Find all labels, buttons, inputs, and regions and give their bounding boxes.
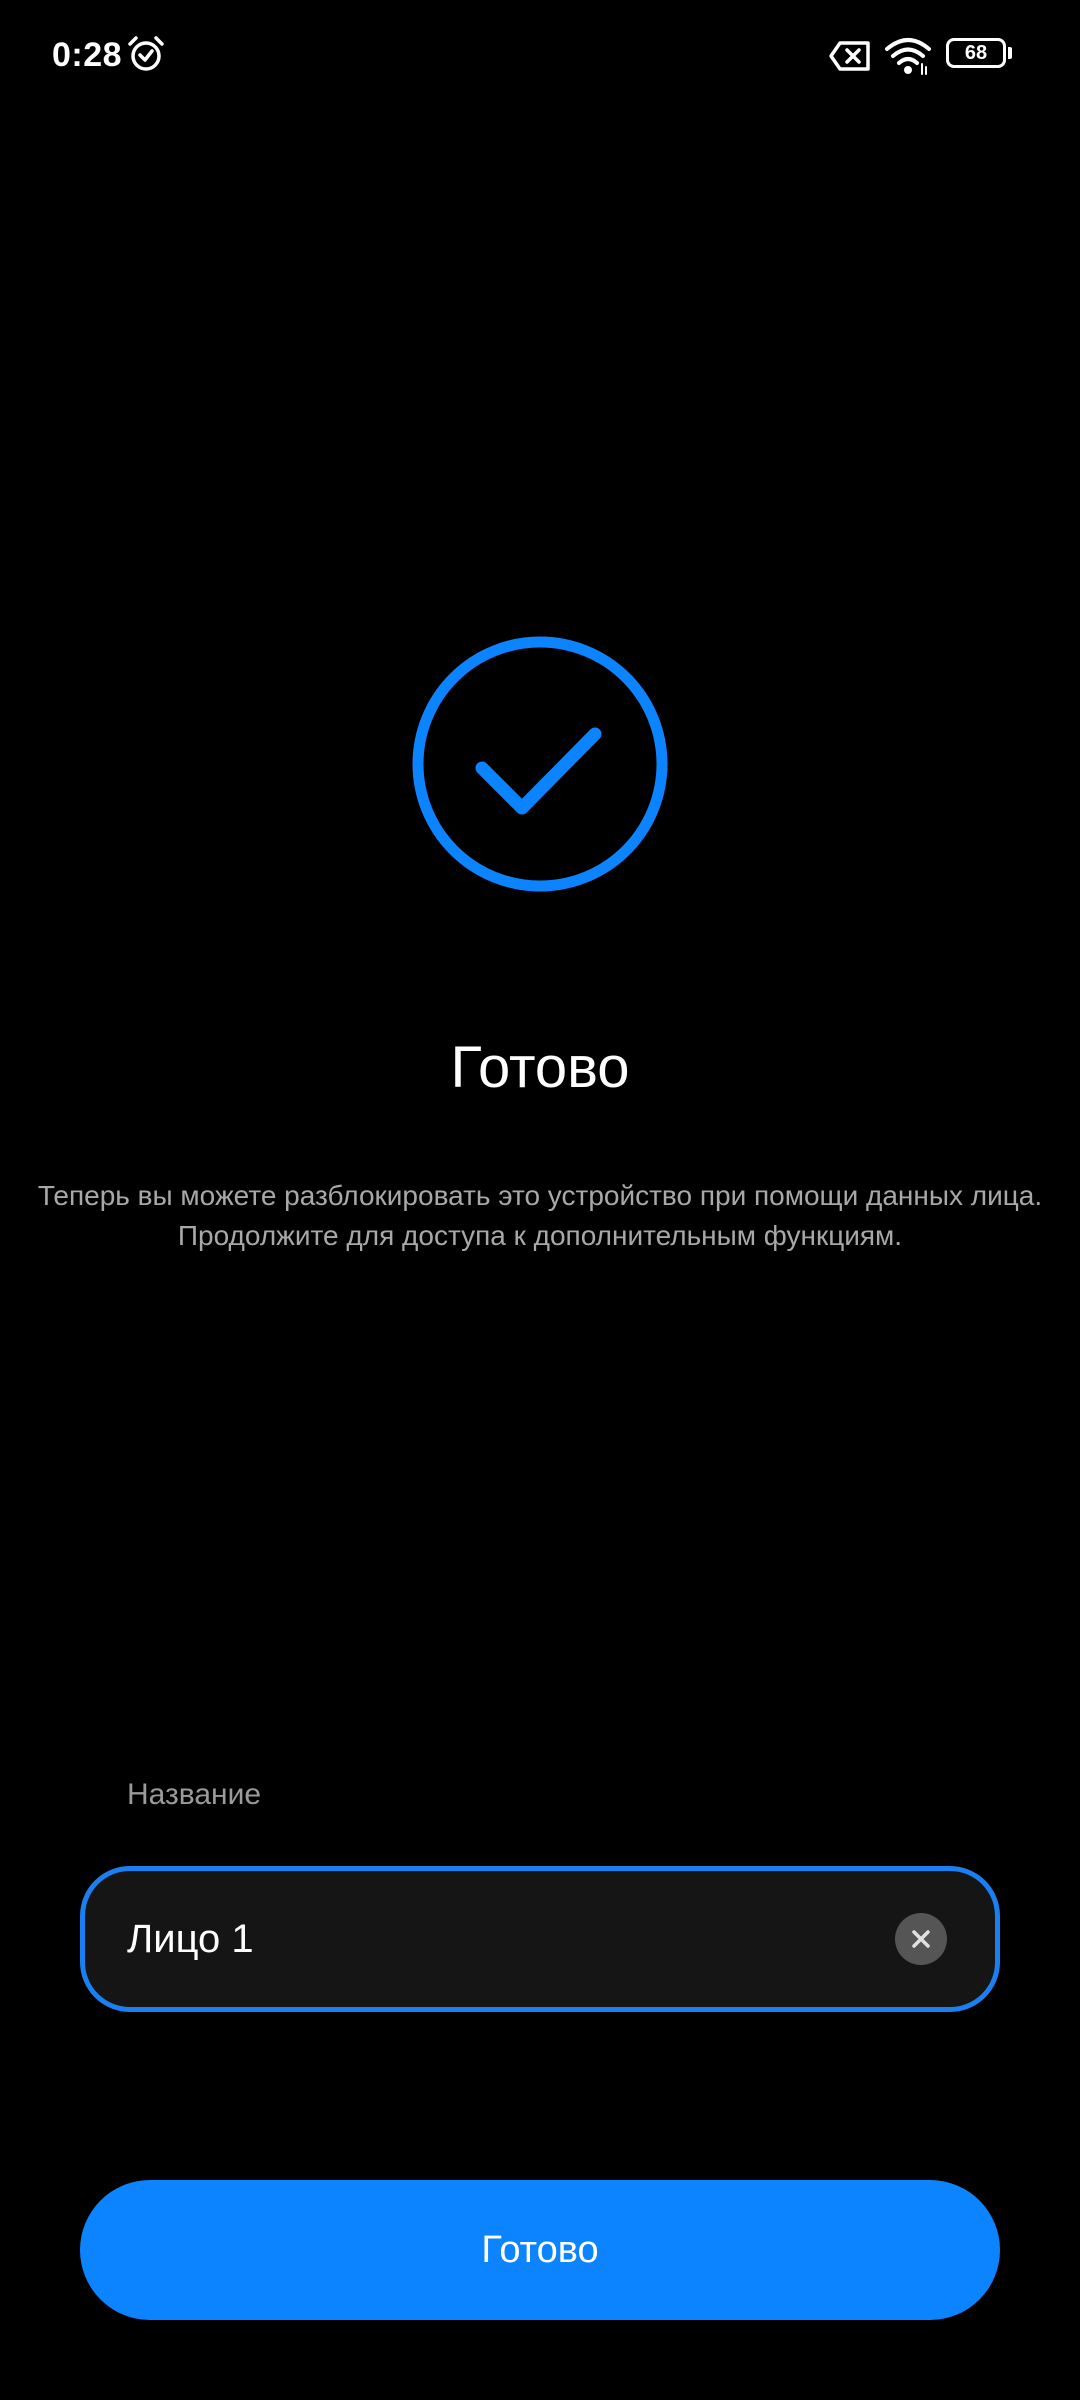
status-bar: 0:28 68 — [0, 0, 1080, 110]
name-field[interactable] — [80, 1866, 1000, 2012]
no-sim-icon — [829, 41, 870, 71]
page-title: Готово — [450, 1035, 630, 1100]
name-input[interactable] — [127, 1871, 887, 2007]
description-line-1: Теперь вы можете разблокировать это устр… — [37, 1180, 1043, 1211]
checkmark-circle-icon — [412, 636, 668, 892]
clear-icon — [912, 1930, 930, 1948]
battery-tip — [1008, 47, 1012, 59]
done-button[interactable]: Готово — [80, 2180, 1000, 2320]
battery-body: 68 — [946, 38, 1006, 68]
name-field-label: Название — [127, 1778, 262, 1811]
alarm-clock-icon — [128, 36, 164, 71]
clear-button[interactable] — [895, 1913, 947, 1965]
battery-icon: 68 — [946, 38, 1016, 72]
description-text: Теперь вы можете разблокировать это устр… — [0, 1176, 1080, 1256]
battery-level: 68 — [964, 42, 988, 64]
wifi-icon — [885, 38, 931, 75]
description-line-2: Продолжите для доступа к дополнительным … — [177, 1220, 903, 1251]
status-time: 0:28 — [52, 36, 123, 74]
